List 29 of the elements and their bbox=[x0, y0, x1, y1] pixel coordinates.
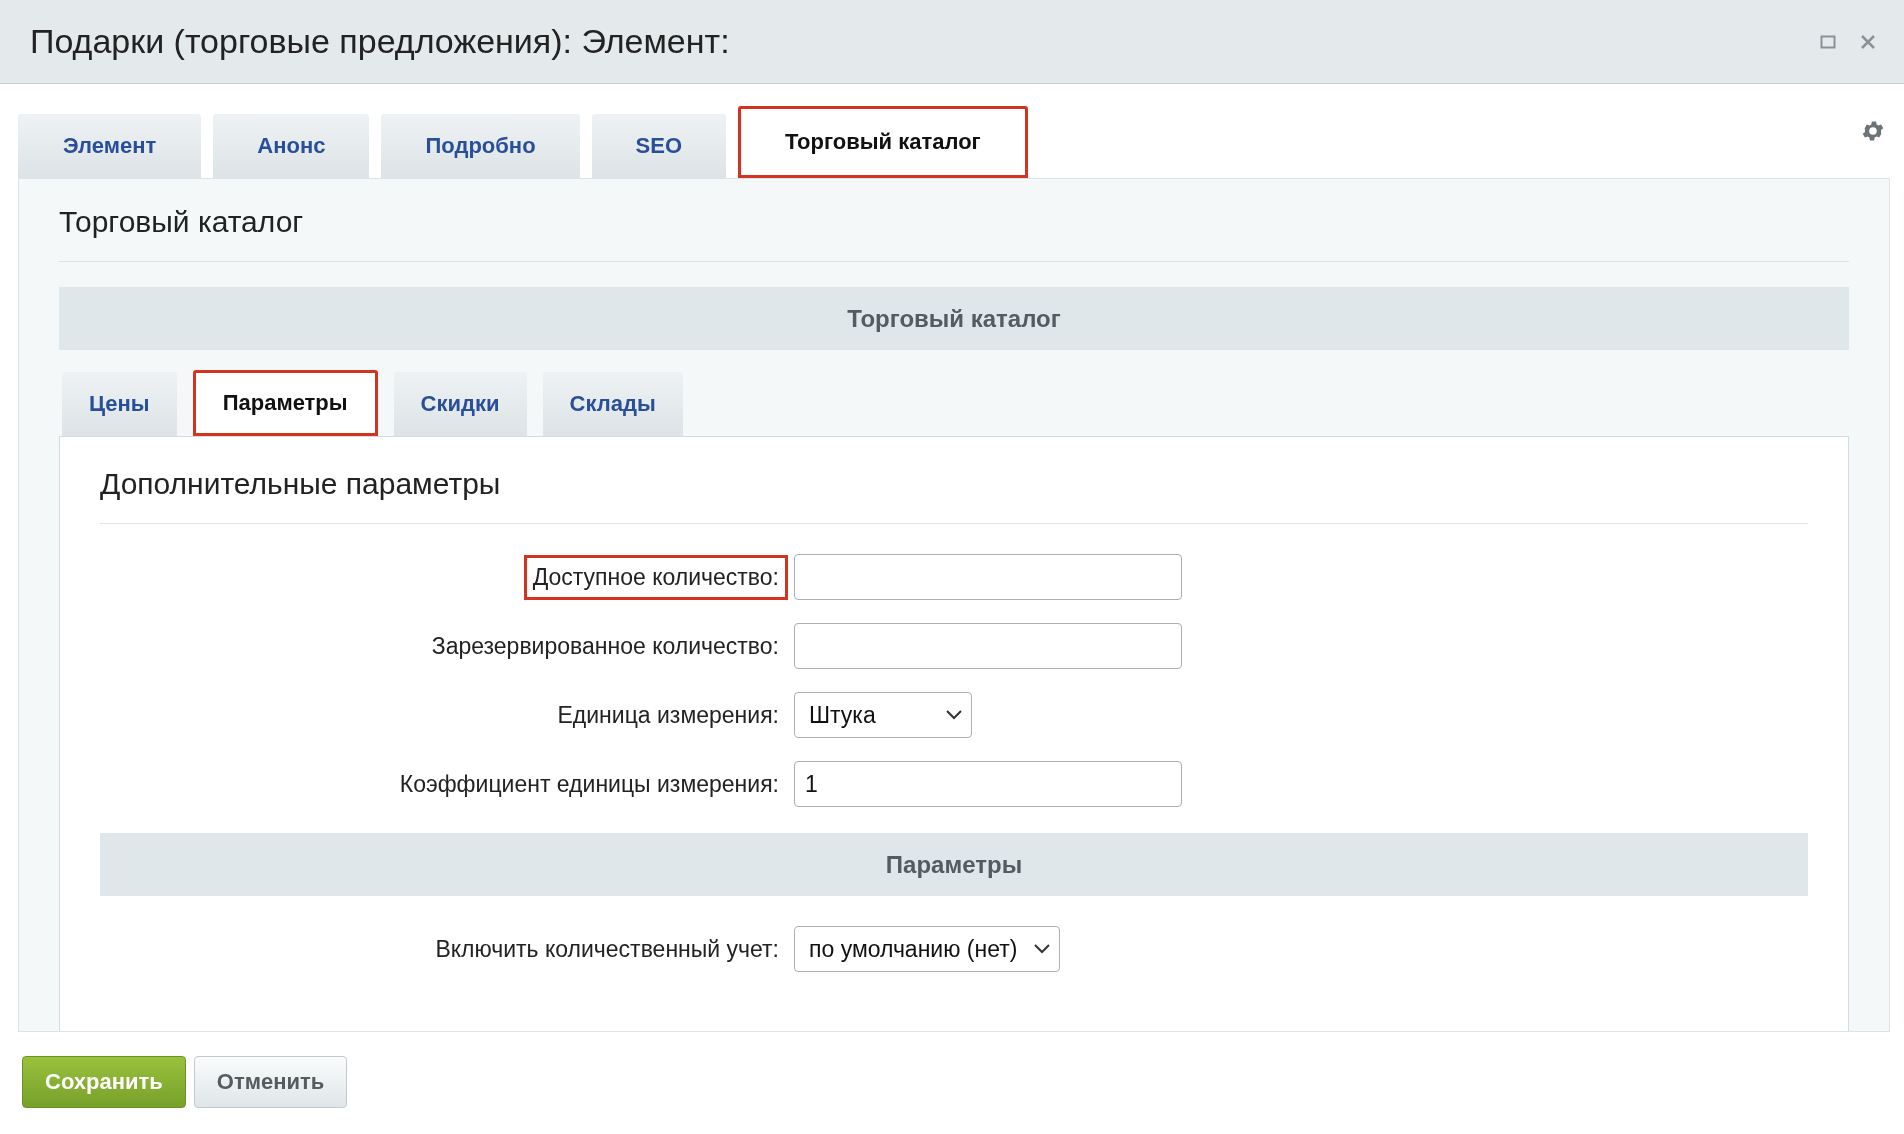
tab[interactable]: Подробно bbox=[381, 114, 580, 178]
section-title: Торговый каталог bbox=[59, 205, 1849, 262]
close-icon[interactable] bbox=[1860, 33, 1876, 50]
window-title: Подарки (торговые предложения): Элемент: bbox=[30, 22, 731, 61]
section-header: Параметры bbox=[100, 833, 1808, 896]
field-label: Зарезервированное количество: bbox=[430, 631, 780, 661]
field-label: Коэффициент единицы измерения: bbox=[398, 769, 780, 799]
maximize-icon[interactable] bbox=[1820, 33, 1836, 50]
tab[interactable]: Склады bbox=[542, 372, 683, 436]
cancel-button[interactable]: Отменить bbox=[193, 1056, 348, 1108]
chevron-down-icon bbox=[945, 709, 963, 721]
text-input[interactable] bbox=[794, 623, 1182, 669]
tab[interactable]: Элемент bbox=[18, 114, 202, 178]
text-input[interactable] bbox=[794, 554, 1182, 600]
chevron-down-icon bbox=[1033, 943, 1052, 955]
subsection-title: Дополнительные параметры bbox=[100, 467, 1808, 524]
tab[interactable]: Цены bbox=[62, 372, 177, 436]
dropdown[interactable]: по умолчанию (нет) bbox=[794, 926, 1061, 972]
section-header: Торговый каталог bbox=[59, 287, 1849, 350]
tab[interactable]: SEO bbox=[591, 114, 727, 178]
tab[interactable]: Скидки bbox=[393, 372, 527, 436]
tab[interactable]: Параметры bbox=[192, 370, 378, 436]
field-label: Единица измерения: bbox=[556, 700, 780, 730]
field-label: Доступное количество: bbox=[523, 554, 788, 600]
dropdown[interactable]: Штука bbox=[794, 692, 972, 738]
field-label: Включить количественный учет: bbox=[434, 934, 780, 964]
tab[interactable]: Торговый каталог bbox=[738, 106, 1028, 178]
text-input[interactable]: 1 bbox=[794, 761, 1182, 807]
tab[interactable]: Анонс bbox=[213, 114, 370, 178]
